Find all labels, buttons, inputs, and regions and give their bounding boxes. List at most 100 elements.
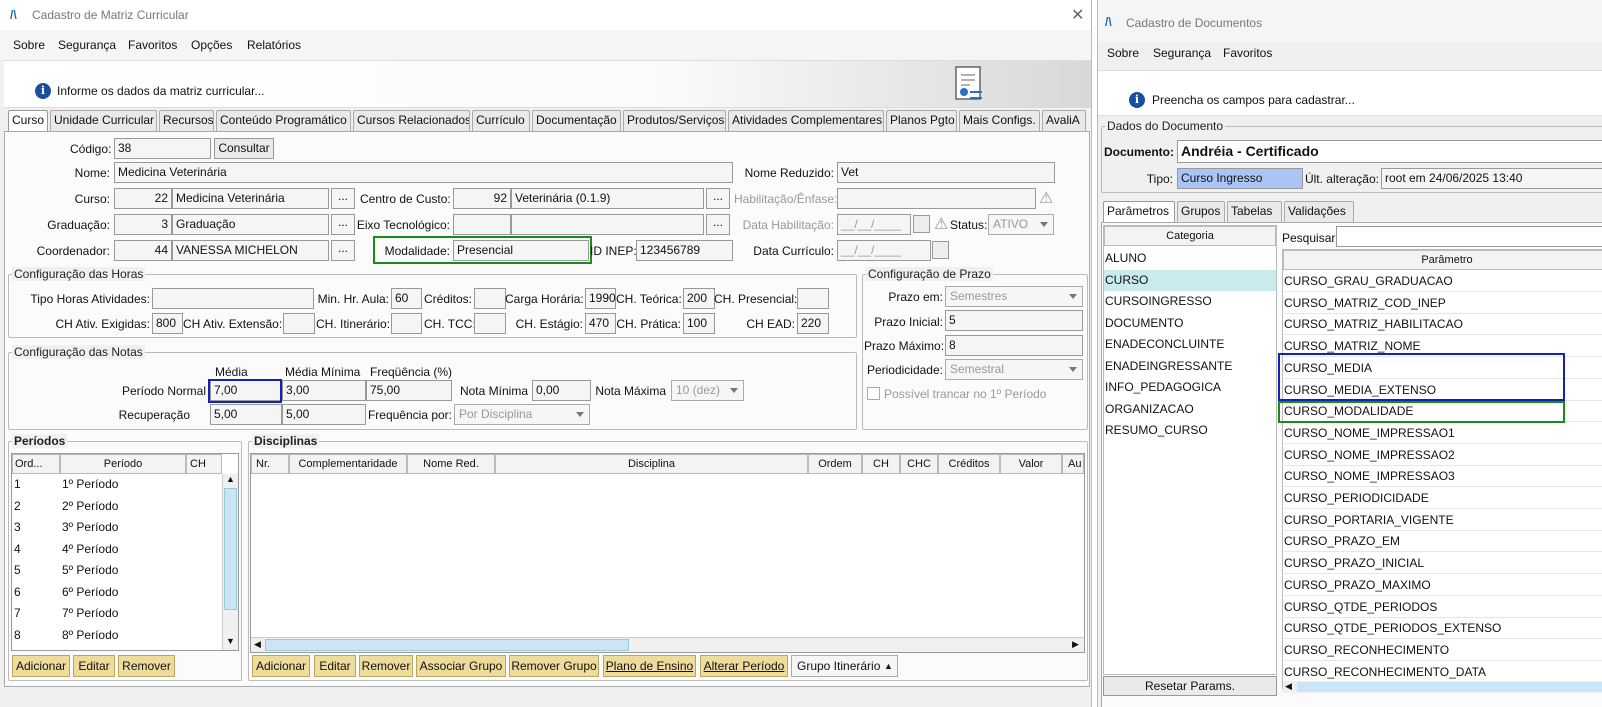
graduacao-code[interactable]: 3 <box>114 214 172 235</box>
tab-unidade-curricular[interactable]: Unidade Curricular <box>50 110 157 131</box>
periodo-row-ordem[interactable]: 2 <box>14 499 21 513</box>
resetar-params-button[interactable]: Resetar Params. <box>1103 676 1277 696</box>
tab-produtos[interactable]: Produtos/Serviços <box>623 110 726 131</box>
id-inep-input[interactable]: 123456789 <box>636 240 733 261</box>
scroll-left-icon[interactable]: ◀ <box>1285 681 1292 692</box>
parametro-item[interactable]: CURSO_GRAU_GRADUACAO <box>1284 271 1602 292</box>
tab-conteudo[interactable]: Conteúdo Programático <box>216 110 351 131</box>
menu-sobre[interactable]: Sobre <box>1107 46 1139 60</box>
media-minima-input[interactable]: 3,00 <box>282 380 366 401</box>
periodos-col-ch[interactable]: CH <box>186 454 222 474</box>
disc-col-ch[interactable]: CH <box>862 454 900 474</box>
menu-relatorios[interactable]: Relatórios <box>247 38 301 52</box>
ch-ativ-input[interactable]: 800 <box>152 313 183 334</box>
ch-itinerario-input[interactable] <box>391 313 422 334</box>
periodos-col-periodo[interactable]: Período <box>60 454 186 474</box>
periodo-row-ordem[interactable]: 8 <box>14 628 21 642</box>
tab-grupos[interactable]: Grupos <box>1177 201 1225 222</box>
data-curriculo-input[interactable]: __/__/____ <box>837 240 931 261</box>
periodo-row-ordem[interactable]: 3 <box>14 520 21 534</box>
plano-ensino-button[interactable]: Plano de Ensino <box>603 655 696 677</box>
parametro-item[interactable]: CURSO_QTDE_PERIODOS <box>1284 597 1602 618</box>
parametro-item[interactable]: CURSO_PERIODICIDADE <box>1284 488 1602 509</box>
disc-col-nr[interactable]: Nr. <box>251 454 289 474</box>
parametro-hscrollbar[interactable]: ◀ <box>1283 681 1602 693</box>
hscroll-thumb[interactable] <box>265 639 629 651</box>
prazo-maximo-input[interactable]: 8 <box>945 335 1083 356</box>
ch-ead-input[interactable]: 220 <box>797 313 829 334</box>
tab-mais-configs[interactable]: Mais Configs. <box>959 110 1040 131</box>
scroll-thumb[interactable] <box>224 488 237 610</box>
media-minima-rec-input[interactable]: 5,00 <box>282 404 366 425</box>
parametro-item[interactable]: CURSO_PORTARIA_VIGENTE <box>1284 510 1602 531</box>
tab-planos[interactable]: Planos Pgto <box>886 110 957 131</box>
categoria-item[interactable]: ALUNO <box>1104 248 1276 269</box>
curso-code-input[interactable]: 22 <box>114 188 172 209</box>
centro-custo-lookup-button[interactable]: ... <box>706 188 730 209</box>
scroll-down-icon[interactable]: ▼ <box>226 636 235 646</box>
eixo-code[interactable] <box>453 214 511 235</box>
scroll-right-icon[interactable]: ▶ <box>1072 639 1079 650</box>
periodo-row-ordem[interactable]: 7 <box>14 606 21 620</box>
parametro-item[interactable]: CURSO_MATRIZ_COD_INEP <box>1284 293 1602 314</box>
menu-seguranca[interactable]: Segurança <box>1153 46 1211 60</box>
parametro-header[interactable]: Parâmetro <box>1283 250 1602 270</box>
parametro-item[interactable]: CURSO_PRAZO_INICIAL <box>1284 553 1602 575</box>
parametro-item[interactable]: CURSO_NOME_IMPRESSAO1 <box>1284 423 1602 444</box>
coordenador-name[interactable]: VANESSA MICHELON <box>172 240 329 261</box>
categoria-item[interactable]: ORGANIZACAO <box>1104 399 1276 420</box>
curso-name-input[interactable]: Medicina Veterinária <box>172 188 329 209</box>
menu-sobre[interactable]: Sobre <box>13 38 45 52</box>
coordenador-lookup-button[interactable]: ... <box>331 240 355 261</box>
ch-presencial-input[interactable] <box>797 288 829 309</box>
tab-documentacao[interactable]: Documentação <box>532 110 621 131</box>
tab-recursos[interactable]: Recursos <box>159 110 214 131</box>
prazo-em-select[interactable]: Semestres <box>945 286 1083 307</box>
periodo-row-nome[interactable]: 3º Período <box>62 520 118 534</box>
eixo-lookup-button[interactable]: ... <box>706 214 730 235</box>
carga-input[interactable]: 1990 <box>585 288 616 309</box>
disc-col-complementaridade[interactable]: Complementaridade <box>289 454 407 474</box>
disc-col-au[interactable]: Au <box>1062 454 1084 474</box>
disc-remover-button[interactable]: Remover <box>359 655 413 677</box>
disc-adicionar-button[interactable]: Adicionar <box>252 655 310 677</box>
consultar-button[interactable]: Consultar <box>214 138 274 159</box>
nome-input[interactable]: Medicina Veterinária <box>114 162 733 183</box>
media-rec-input[interactable]: 5,00 <box>210 404 282 425</box>
ch-estagio-input[interactable]: 470 <box>585 313 616 334</box>
menu-favoritos[interactable]: Favoritos <box>1223 46 1272 60</box>
disc-col-creditos[interactable]: Créditos <box>938 454 1000 474</box>
periodos-adicionar-button[interactable]: Adicionar <box>12 655 70 677</box>
disc-col-nome-red[interactable]: Nome Red. <box>407 454 495 474</box>
categoria-item[interactable]: DOCUMENTO <box>1104 313 1276 334</box>
remover-grupo-button[interactable]: Remover Grupo <box>509 655 599 677</box>
categoria-header[interactable]: Categoria <box>1104 226 1276 246</box>
min-hr-input[interactable]: 60 <box>391 288 422 309</box>
tab-atividades[interactable]: Atividades Complementares <box>728 110 884 131</box>
coordenador-code[interactable]: 44 <box>114 240 172 261</box>
associar-grupo-button[interactable]: Associar Grupo <box>416 655 506 677</box>
tipo-horas-input[interactable] <box>152 288 314 309</box>
close-icon[interactable]: ✕ <box>1071 5 1084 25</box>
hscroll-thumb[interactable] <box>1297 682 1602 692</box>
disc-col-disciplina[interactable]: Disciplina <box>495 454 808 474</box>
tab-parametros[interactable]: Parâmetros <box>1103 201 1175 223</box>
ch-extensao-input[interactable] <box>283 313 315 334</box>
tab-curriculo[interactable]: Currículo <box>472 110 530 131</box>
tab-avalia[interactable]: AvaliA <box>1042 110 1086 131</box>
status-select[interactable]: ATIVO <box>988 214 1054 235</box>
documento-input[interactable]: Andréia - Certificado <box>1177 140 1602 163</box>
periodo-row-ordem[interactable]: 5 <box>14 563 21 577</box>
ch-tcc-input[interactable] <box>474 313 506 334</box>
data-habilitacao-input[interactable]: __/__/____ <box>837 214 911 235</box>
parametro-item[interactable]: CURSO_MATRIZ_HABILITACAO <box>1284 314 1602 336</box>
calendar-icon[interactable] <box>913 215 930 233</box>
periodo-row-ordem[interactable]: 1 <box>14 477 21 491</box>
periodos-remover-button[interactable]: Remover <box>118 655 175 677</box>
categoria-item[interactable]: ENADECONCLUINTE <box>1104 334 1276 355</box>
tab-cursos-relacionados[interactable]: Cursos Relacionados <box>353 110 470 131</box>
frequencia-input[interactable]: 75,00 <box>366 380 452 401</box>
graduacao-name[interactable]: Graduação <box>172 214 329 235</box>
tab-validacoes[interactable]: Validações <box>1284 201 1354 222</box>
trancar-checkbox[interactable] <box>867 387 880 400</box>
